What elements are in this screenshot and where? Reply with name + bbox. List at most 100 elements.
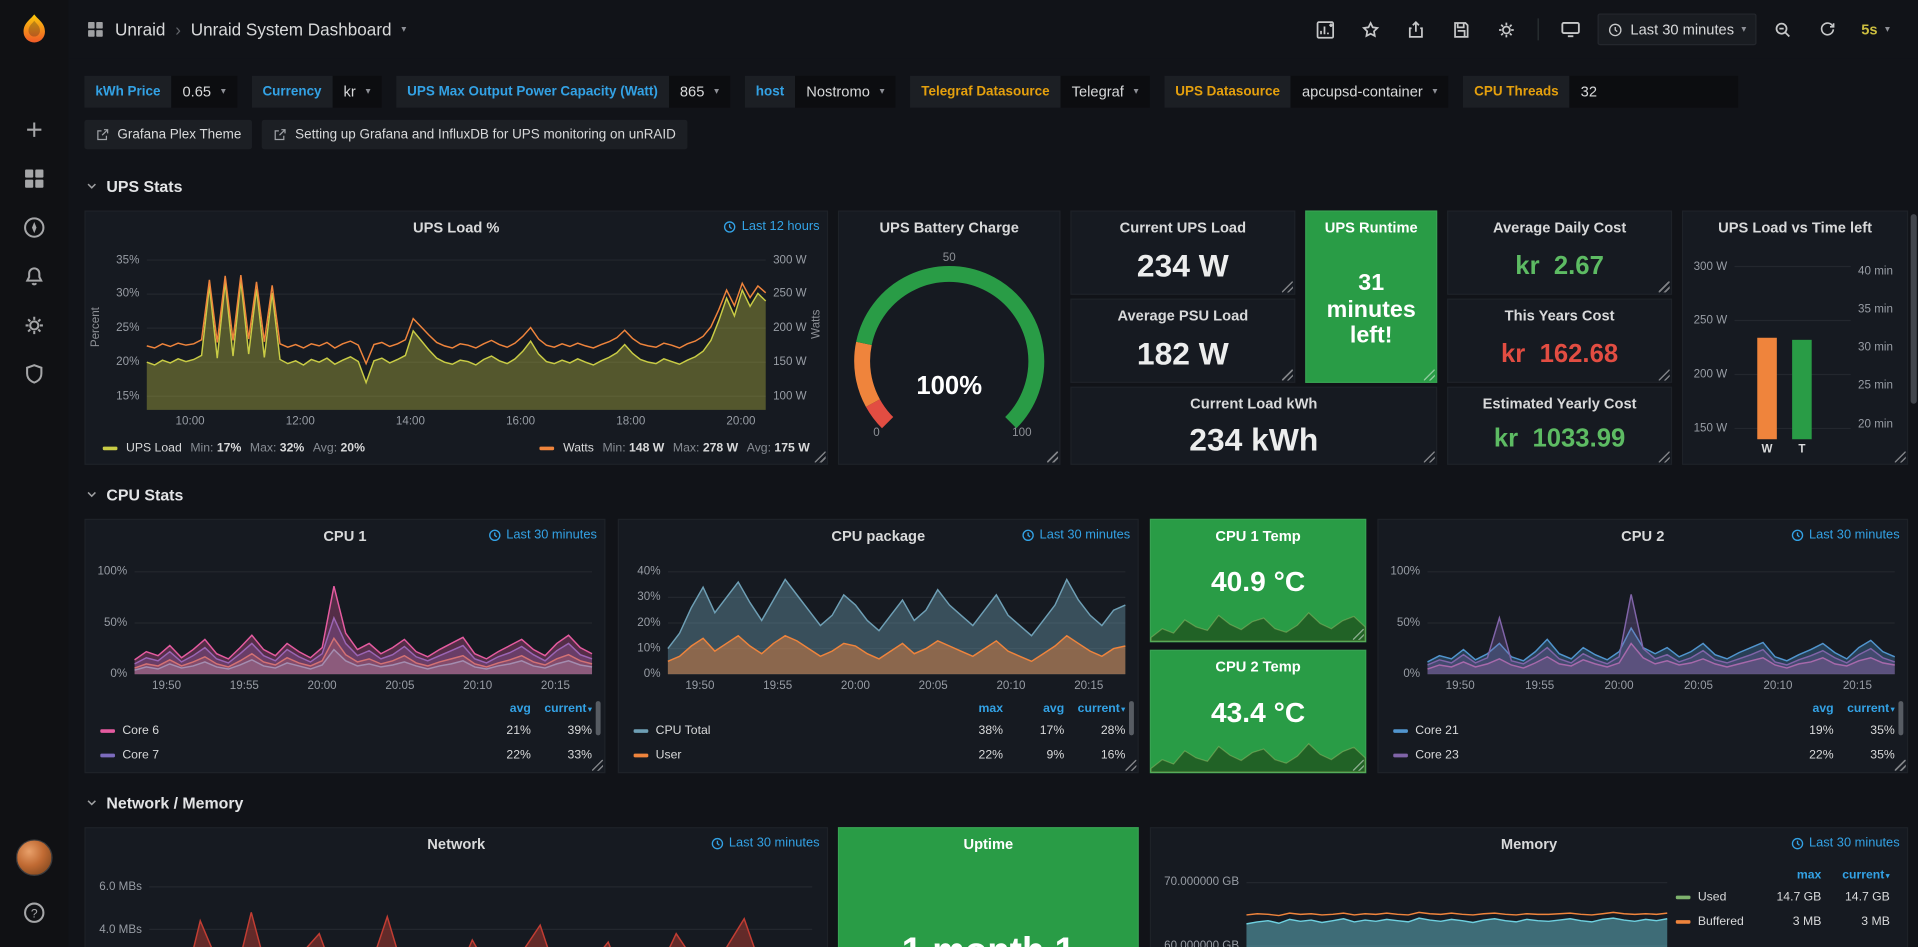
save-dashboard-button[interactable]: [1442, 13, 1480, 46]
variable-value-dropdown[interactable]: 32: [1570, 76, 1739, 108]
section-ups-stats[interactable]: UPS Stats: [84, 174, 1908, 198]
variable-value-dropdown[interactable]: apcupsd-container▾: [1291, 76, 1448, 108]
legend-sort-header[interactable]: avg: [470, 702, 531, 715]
legend-scrollbar[interactable]: [596, 701, 601, 735]
panel-time-override[interactable]: Last 30 minutes: [1791, 527, 1900, 542]
legend-sort-header[interactable]: max: [942, 702, 1003, 715]
panel-title[interactable]: UPS Load %: [413, 219, 499, 236]
cpu2-chart[interactable]: 0%50%100%19:5019:5520:0020:0520:1020:15: [1379, 552, 1907, 696]
panel-title[interactable]: Average Daily Cost: [1493, 219, 1626, 236]
legend-sort-header[interactable]: avg: [1772, 702, 1833, 715]
grafana-logo[interactable]: [0, 0, 68, 59]
panel-resize-handle[interactable]: [1424, 451, 1435, 462]
cycle-view-mode-button[interactable]: [1551, 12, 1590, 46]
panel-title[interactable]: CPU 1 Temp: [1215, 527, 1300, 544]
panel-resize-handle[interactable]: [592, 760, 603, 771]
legend-sort-header[interactable]: avg: [1003, 702, 1064, 715]
sidebar-item-explore[interactable]: [10, 206, 59, 250]
chevron-down-icon[interactable]: ▾: [401, 24, 406, 34]
panel-title[interactable]: CPU 2 Temp: [1215, 658, 1300, 675]
panel-title[interactable]: Current UPS Load: [1120, 219, 1246, 236]
variable-value-dropdown[interactable]: 0.65▾: [171, 76, 236, 108]
panel-resize-handle[interactable]: [1895, 451, 1906, 462]
legend-series-toggle[interactable]: Core 23: [1393, 748, 1772, 761]
panel-resize-handle[interactable]: [1659, 281, 1670, 292]
dashboard-title[interactable]: Unraid System Dashboard: [191, 20, 392, 40]
sidebar-item-configuration[interactable]: [10, 303, 59, 347]
panel-resize-handle[interactable]: [1047, 451, 1058, 462]
panel-title[interactable]: This Years Cost: [1505, 307, 1615, 324]
panel-time-override[interactable]: Last 30 minutes: [1021, 527, 1130, 542]
legend-sort-header[interactable]: max: [1753, 868, 1821, 881]
panel-resize-handle[interactable]: [1895, 760, 1906, 771]
variable-value-dropdown[interactable]: 865▾: [669, 76, 730, 108]
variable-value-dropdown[interactable]: Nostromo▾: [795, 76, 895, 108]
battery-gauge[interactable]: 0 50 100 100%: [839, 243, 1059, 461]
panel-title[interactable]: CPU 1: [323, 527, 366, 544]
panel-resize-handle[interactable]: [1353, 629, 1364, 640]
panel-title[interactable]: UPS Battery Charge: [879, 219, 1019, 236]
legend-sort-header[interactable]: current▾: [1064, 702, 1125, 715]
page-scrollbar[interactable]: [1911, 0, 1917, 947]
share-dashboard-button[interactable]: [1397, 13, 1435, 46]
sidebar-item-alerting[interactable]: [10, 254, 59, 298]
panel-title[interactable]: CPU package: [831, 527, 925, 544]
sidebar-item-dashboards[interactable]: [10, 157, 59, 201]
panel-title[interactable]: Current Load kWh: [1190, 395, 1317, 412]
legend-series-toggle[interactable]: Buffered: [1676, 915, 1753, 928]
panel-title[interactable]: Estimated Yearly Cost: [1483, 395, 1637, 412]
dashboard-link[interactable]: Grafana Plex Theme: [84, 120, 252, 149]
panel-time-override[interactable]: Last 12 hours: [723, 219, 819, 234]
panel-title[interactable]: Average PSU Load: [1117, 307, 1248, 324]
zoom-out-time-button[interactable]: [1763, 13, 1801, 46]
panel-resize-handle[interactable]: [1282, 281, 1293, 292]
panel-title[interactable]: Network: [427, 836, 485, 853]
dashboard-link[interactable]: Setting up Grafana and InfluxDB for UPS …: [262, 120, 687, 149]
panel-resize-handle[interactable]: [815, 451, 826, 462]
legend-item[interactable]: WattsMin: 148 WMax: 278 WAvg: 175 W: [540, 441, 810, 454]
legend-scrollbar[interactable]: [1129, 701, 1134, 735]
refresh-interval-picker[interactable]: 5s ▾: [1853, 15, 1899, 44]
legend-scrollbar[interactable]: [1898, 701, 1903, 735]
panel-title[interactable]: Memory: [1501, 836, 1557, 853]
ups-vs-time-chart[interactable]: 150 W200 W250 W300 W20 min25 min30 min35…: [1683, 243, 1907, 461]
star-dashboard-button[interactable]: [1352, 13, 1390, 46]
panel-title[interactable]: UPS Runtime: [1325, 219, 1418, 236]
section-cpu-stats[interactable]: CPU Stats: [84, 482, 1908, 506]
scrollbar-thumb[interactable]: [1911, 214, 1917, 404]
cpu-package-chart[interactable]: 0%10%20%30%40%19:5019:5520:0020:0520:102…: [619, 552, 1138, 696]
dashboard-settings-button[interactable]: [1487, 13, 1525, 46]
legend-series-toggle[interactable]: Used: [1676, 890, 1753, 903]
legend-sort-header[interactable]: current▾: [1821, 868, 1889, 881]
sidebar-item-server-admin[interactable]: [10, 352, 59, 396]
add-panel-button[interactable]: [1306, 13, 1344, 46]
panel-resize-handle[interactable]: [1125, 760, 1136, 771]
panel-resize-handle[interactable]: [1424, 370, 1435, 381]
panel-time-override[interactable]: Last 30 minutes: [711, 836, 820, 851]
legend-sort-header[interactable]: current▾: [531, 702, 592, 715]
create-menu[interactable]: [10, 108, 59, 152]
legend-series-toggle[interactable]: CPU Total: [634, 724, 942, 737]
sidebar-item-help[interactable]: ?: [10, 891, 59, 935]
refresh-dashboard-button[interactable]: [1809, 13, 1846, 45]
legend-series-toggle[interactable]: Core 6: [100, 724, 469, 737]
variable-value-dropdown[interactable]: kr▾: [333, 76, 382, 108]
panel-time-override[interactable]: Last 30 minutes: [1791, 836, 1900, 851]
section-network-memory[interactable]: Network / Memory: [84, 790, 1908, 814]
variable-value-dropdown[interactable]: Telegraf▾: [1061, 76, 1150, 108]
legend-sort-header[interactable]: current▾: [1834, 702, 1895, 715]
panel-resize-handle[interactable]: [1282, 370, 1293, 381]
panel-resize-handle[interactable]: [1659, 370, 1670, 381]
legend-item[interactable]: UPS LoadMin: 17%Max: 32%Avg: 20%: [103, 441, 365, 454]
panel-time-override[interactable]: Last 30 minutes: [488, 527, 597, 542]
breadcrumb-folder[interactable]: Unraid: [115, 20, 165, 40]
dashboard-grid-icon[interactable]: [86, 20, 106, 40]
panel-resize-handle[interactable]: [1659, 451, 1670, 462]
legend-series-toggle[interactable]: Core 21: [1393, 724, 1772, 737]
cpu1-chart[interactable]: 0%50%100%19:5019:5520:0020:0520:1020:15: [86, 552, 605, 696]
panel-title[interactable]: Uptime: [963, 836, 1013, 853]
user-avatar[interactable]: [16, 839, 53, 876]
time-range-picker[interactable]: Last 30 minutes ▾: [1597, 13, 1756, 45]
legend-series-toggle[interactable]: Core 7: [100, 748, 469, 761]
panel-resize-handle[interactable]: [1353, 760, 1364, 771]
